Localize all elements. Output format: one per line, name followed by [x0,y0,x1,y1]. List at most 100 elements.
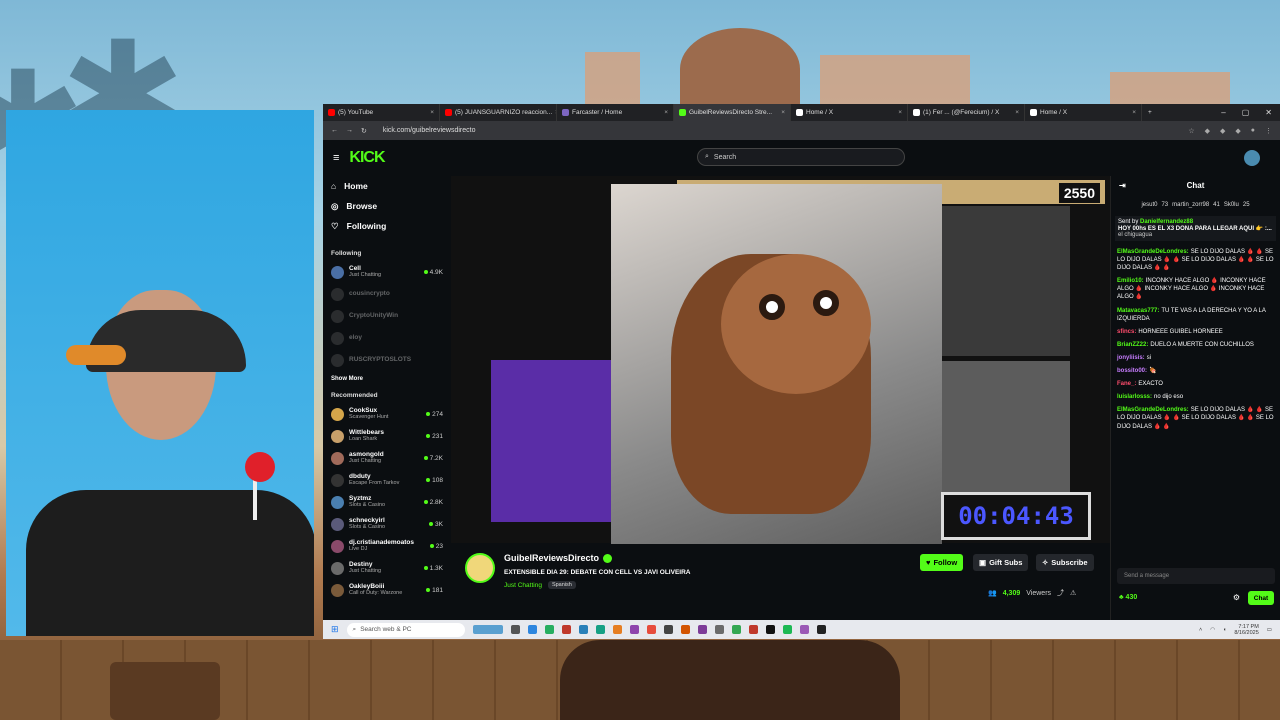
new-tab-icon[interactable]: + [1142,109,1158,116]
menu-icon[interactable]: ⋮ [1265,127,1272,135]
nav-following[interactable]: ♡ Following [331,216,443,236]
channel-name[interactable]: GuibelReviewsDirecto [504,553,599,563]
gifter-name[interactable]: martin_zorr98 [1172,202,1209,208]
chat-message: jonyliisis: si [1117,354,1152,361]
chat-message: Matavacas777: TU TE VAS A LA DERECHA Y YO… [1117,307,1266,322]
taskbar-search[interactable]: ⌕ Search web & PC [346,622,465,637]
show-more-link[interactable]: Show More [331,376,443,382]
app-icon[interactable] [714,625,724,634]
nav-home[interactable]: ⌂ Home [331,176,443,196]
sidebar-channel[interactable]: eloy [331,327,443,349]
sidebar-channel[interactable]: CookSux Scavenger Hunt 274 [331,403,443,425]
youtube-icon [328,109,335,116]
browser-tab[interactable]: Home / X × [1025,104,1142,121]
app-icon[interactable] [765,625,775,634]
profile-icon[interactable]: ● [1251,127,1255,135]
minimize-icon[interactable]: – [1221,108,1225,117]
notification-icon[interactable]: ▭ [1267,627,1272,633]
sidebar-channel[interactable]: Destiny Just Chatting 1.3K [331,557,443,579]
sidebar-channel[interactable]: Cell Just Chatting 4.9K [331,261,443,283]
kick-logo[interactable]: KICK [349,149,385,167]
sidebar-channel[interactable]: RUSCRYPTOSLOTS [331,349,443,371]
address-bar-row: ← → ↻ kick.com/guibelreviewsdirecto ☆ ◆ … [323,121,1280,140]
wifi-icon[interactable]: ◠ [1210,627,1215,633]
sidebar-channel[interactable]: asmongold Just Chatting 7.2K [331,447,443,469]
stream-category[interactable]: Just Chatting [504,582,542,589]
extension-icon[interactable]: ◆ [1220,127,1225,135]
sidebar-channel[interactable]: Syztmz Slots & Casino 2.8K [331,491,443,513]
browser-tab[interactable]: (5) YouTube × [323,104,440,121]
sidebar-channel[interactable]: cousincrypto [331,283,443,305]
browser-tab-active[interactable]: GuibelReviewsDirecto Stre... × [674,104,791,121]
spotify-icon[interactable] [782,625,792,634]
sidebar-channel[interactable]: Wittlebears Loan Shark 231 [331,425,443,447]
browser-tab[interactable]: (5) JUANSGUARNIZO reaccion...× [440,104,557,121]
app-icon[interactable] [663,625,673,634]
app-icon[interactable] [748,625,758,634]
chat-input[interactable]: Send a message [1117,568,1275,584]
sidebar-channel[interactable]: dj.cristianademoatos Live DJ 23 [331,535,443,557]
language-tag[interactable]: Spanish [547,581,576,589]
app-icon[interactable] [629,625,639,634]
close-tab-icon[interactable]: × [898,109,902,116]
clock[interactable]: 7:17 PM 8/16/2025 [1234,624,1258,636]
close-tab-icon[interactable]: × [1132,109,1136,116]
close-window-icon[interactable]: ✕ [1265,108,1272,117]
channel-points[interactable]: 430 [1126,594,1138,601]
github-icon[interactable] [816,625,826,634]
close-tab-icon[interactable]: × [1015,109,1019,116]
gift-subs-button[interactable]: ▣ Gift Subs [973,554,1029,571]
app-icon[interactable] [680,625,690,634]
app-icon[interactable] [561,625,571,634]
share-icon[interactable]: ⤴ [1057,588,1064,598]
gifter-name[interactable]: Sk0lu [1224,202,1239,208]
chrome-icon[interactable] [731,625,741,634]
app-icon[interactable] [595,625,605,634]
bookmark-icon[interactable]: ☆ [1188,127,1194,135]
app-icon[interactable] [510,625,520,634]
volume-icon[interactable]: ◖ [1223,627,1226,633]
chevron-up-icon[interactable]: ˄ [1199,627,1202,633]
url-field[interactable]: kick.com/guibelreviewsdirecto [383,127,476,134]
gifter-name[interactable]: jesut0 [1141,202,1157,208]
collapse-chat-icon[interactable]: ⇥ [1119,181,1126,190]
extension-icon[interactable]: ◆ [1205,127,1210,135]
hamburger-icon[interactable]: ≡ [333,152,339,164]
subscribe-button[interactable]: ✧ Subscribe [1036,554,1094,571]
sidebar-channel[interactable]: OakleyBoiii Call of Duty: Warzone 181 [331,579,443,601]
app-icon[interactable] [472,625,503,634]
send-chat-button[interactable]: Chat [1248,591,1274,605]
back-icon[interactable]: ← [331,127,338,134]
browser-tab[interactable]: (1) Fer ... (@Ferecium) / X × [908,104,1025,121]
app-icon[interactable] [646,625,656,634]
extension-icon[interactable]: ◆ [1235,127,1240,135]
forward-icon[interactable]: → [346,127,353,134]
app-icon[interactable] [578,625,588,634]
sidebar-channel[interactable]: CryptoUnityWin [331,305,443,327]
close-tab-icon[interactable]: × [781,109,785,116]
video-player[interactable]: 2550 00:04:43 [451,176,1110,544]
browser-tab[interactable]: Home / X × [791,104,908,121]
follow-button[interactable]: ♥ Follow [920,554,964,571]
pinned-message[interactable]: Sent by Danielfernandez88 HOY 00hs ES EL… [1115,216,1276,241]
app-icon[interactable] [527,625,537,634]
sidebar-channel[interactable]: schneckyirl Slots & Casino 3K [331,513,443,535]
close-tab-icon[interactable]: × [430,109,434,116]
maximize-icon[interactable]: ▢ [1242,108,1250,117]
chat-settings-icon[interactable]: ⚙ [1233,593,1240,602]
app-icon[interactable] [544,625,554,634]
sidebar-channel[interactable]: dbduty Escape From Tarkov 108 [331,469,443,491]
windows-start-icon[interactable]: ⊞ [331,624,339,635]
search-input[interactable]: ⌕ Search [697,148,905,166]
webcam-shoulders [26,490,314,636]
report-icon[interactable]: ⚠ [1070,589,1076,597]
reload-icon[interactable]: ↻ [361,127,367,135]
user-avatar[interactable] [1244,150,1260,166]
browser-tab[interactable]: Farcaster / Home × [557,104,674,121]
nav-browse[interactable]: ◎ Browse [331,196,443,216]
app-icon[interactable] [697,625,707,634]
close-tab-icon[interactable]: × [664,109,668,116]
app-icon[interactable] [612,625,622,634]
channel-avatar[interactable] [465,553,495,583]
app-icon[interactable] [799,625,809,634]
